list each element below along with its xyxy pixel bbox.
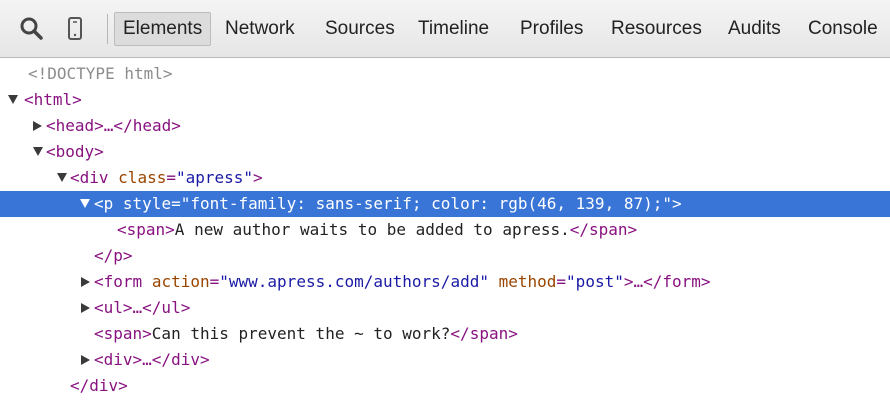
collapsed-triangle-icon[interactable]	[81, 303, 90, 313]
tab-audits[interactable]: Audits	[728, 12, 781, 46]
tab-resources[interactable]: Resources	[611, 12, 702, 46]
dom-node-div[interactable]: <div>…</div>	[0, 347, 890, 373]
devtools-toolbar: Elements Network Sources Timeline Profil…	[0, 0, 890, 58]
dom-node-span[interactable]: <span>Can this prevent the ~ to work?</s…	[0, 321, 890, 347]
expanded-triangle-icon[interactable]	[33, 147, 43, 156]
tab-profiles[interactable]: Profiles	[520, 12, 583, 46]
form-tag: <form action="www.apress.com/authors/add…	[94, 272, 711, 291]
div-close-tag: </div>	[70, 376, 128, 395]
toolbar-divider	[107, 14, 108, 44]
p-open-tag: <p style="font-family: sans-serif; color…	[94, 194, 682, 213]
collapsed-triangle-icon[interactable]	[81, 355, 90, 365]
div-tag: <div>…</div>	[94, 350, 210, 369]
dom-node-head[interactable]: <head>…</head>	[0, 113, 890, 139]
head-tag: <head>…</head>	[46, 116, 181, 135]
tab-console[interactable]: Console	[808, 12, 878, 46]
tab-network[interactable]: Network	[225, 12, 295, 46]
body-tag: <body>	[46, 142, 104, 161]
dom-tree: <!DOCTYPE html> <html> <head>…</head> <b…	[0, 58, 890, 401]
span-element: <span>Can this prevent the ~ to work?</s…	[94, 324, 518, 343]
device-mode-icon[interactable]	[62, 16, 88, 42]
p-close-tag: </p>	[94, 246, 133, 265]
search-icon[interactable]	[19, 16, 45, 42]
collapsed-triangle-icon[interactable]	[81, 277, 90, 287]
dom-node-doctype[interactable]: <!DOCTYPE html>	[0, 61, 890, 87]
dom-node-ul[interactable]: <ul>…</ul>	[0, 295, 890, 321]
div-open-tag: <div class="apress">	[70, 168, 263, 187]
doctype-text: <!DOCTYPE html>	[28, 64, 173, 83]
dom-node-body[interactable]: <body>	[0, 139, 890, 165]
dom-node-p-selected[interactable]: <p style="font-family: sans-serif; color…	[0, 191, 890, 217]
dom-node-html[interactable]: <html>	[0, 87, 890, 113]
dom-node-div-apress[interactable]: <div class="apress">	[0, 165, 890, 191]
dom-node-p-close[interactable]: </p>	[0, 243, 890, 269]
span-element: <span>A new author waits to be added to …	[117, 220, 638, 239]
dom-node-span[interactable]: <span>A new author waits to be added to …	[0, 217, 890, 243]
ul-tag: <ul>…</ul>	[94, 298, 191, 317]
expanded-triangle-icon[interactable]	[57, 173, 67, 182]
dom-node-form[interactable]: <form action="www.apress.com/authors/add…	[0, 269, 890, 295]
expanded-triangle-icon[interactable]	[80, 199, 90, 208]
tab-elements[interactable]: Elements	[114, 12, 212, 46]
tab-timeline[interactable]: Timeline	[418, 12, 489, 46]
expanded-triangle-icon[interactable]	[8, 95, 18, 104]
collapsed-triangle-icon[interactable]	[33, 121, 42, 131]
html-tag: <html>	[24, 90, 82, 109]
dom-node-div-close[interactable]: </div>	[0, 373, 890, 399]
tab-sources[interactable]: Sources	[325, 12, 395, 46]
